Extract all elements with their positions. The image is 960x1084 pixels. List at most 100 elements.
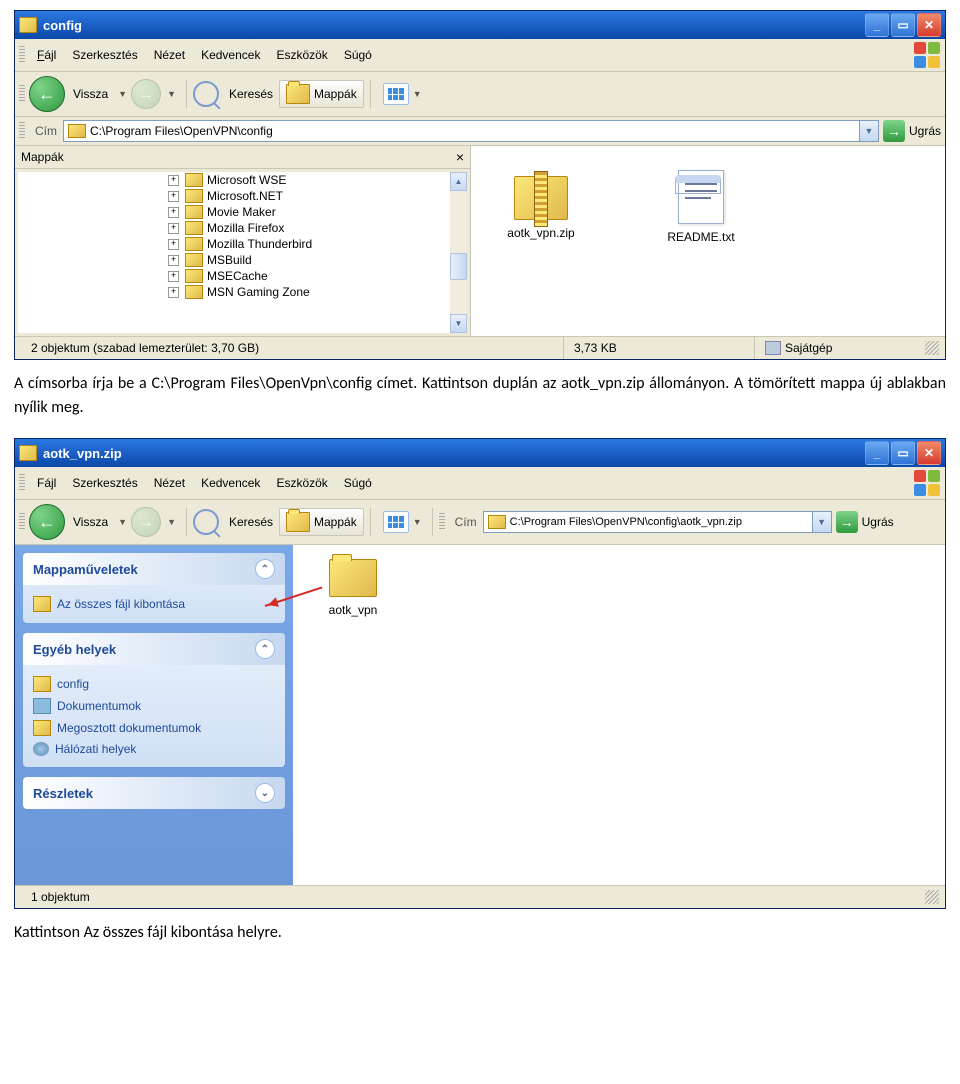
address-input[interactable]: C:\Program Files\OpenVPN\config [63, 120, 860, 142]
task-details: Részletek⌄ [23, 777, 285, 809]
menu-edit[interactable]: Szerkesztés [64, 46, 145, 64]
back-label[interactable]: Vissza [73, 87, 108, 101]
tasks-panel: Mappaműveletek⌃ Az összes fájl kibontása… [15, 545, 293, 885]
search-icon[interactable] [193, 509, 219, 535]
address-dropdown[interactable]: ▼ [860, 120, 879, 142]
place-documents[interactable]: Dokumentumok [33, 695, 275, 717]
view-mode-button[interactable] [383, 83, 409, 105]
file-readme[interactable]: README.txt [641, 156, 761, 244]
place-config[interactable]: config [33, 673, 275, 695]
menu-view[interactable]: Nézet [146, 46, 193, 64]
task-header[interactable]: Mappaműveletek⌃ [23, 553, 285, 585]
folder-item[interactable]: aotk_vpn [313, 559, 393, 617]
address-dropdown[interactable]: ▼ [813, 511, 832, 533]
back-label[interactable]: Vissza [73, 515, 108, 529]
forward-dropdown[interactable]: ▼ [167, 89, 176, 99]
gripper-icon[interactable] [19, 474, 25, 492]
view-dropdown[interactable]: ▼ [413, 89, 422, 99]
folders-panel-title: Mappák [21, 150, 64, 164]
gripper-icon[interactable] [19, 122, 25, 140]
back-dropdown[interactable]: ▼ [118, 89, 127, 99]
task-header[interactable]: Egyéb helyek⌃ [23, 633, 285, 665]
minimize-button[interactable]: _ [865, 13, 889, 37]
go-label[interactable]: Ugrás [862, 515, 894, 529]
folder-icon [286, 84, 310, 104]
go-button[interactable]: → [836, 511, 858, 533]
place-shared-docs[interactable]: Megosztott dokumentumok [33, 717, 275, 739]
menu-favorites[interactable]: Kedvencek [193, 474, 268, 492]
tree-item[interactable]: +Mozilla Firefox [18, 220, 467, 236]
resize-grip-icon[interactable] [925, 341, 939, 355]
forward-button[interactable]: → [131, 507, 161, 537]
search-icon[interactable] [193, 81, 219, 107]
tree-item[interactable]: +MSBuild [18, 252, 467, 268]
file-view[interactable]: aotk_vpn [293, 545, 945, 885]
back-button[interactable]: ← [29, 76, 65, 112]
extract-icon [33, 596, 51, 612]
extract-all-link[interactable]: Az összes fájl kibontása [33, 593, 275, 615]
folder-icon [329, 559, 377, 597]
windows-logo-icon [913, 469, 941, 497]
window-title: aotk_vpn.zip [43, 446, 865, 461]
place-network[interactable]: Hálózati helyek [33, 739, 275, 759]
gripper-icon[interactable] [19, 46, 25, 64]
close-button[interactable]: ✕ [917, 441, 941, 465]
tree-item[interactable]: +Microsoft WSE [18, 172, 467, 188]
close-panel-button[interactable]: × [456, 149, 464, 165]
tree-item[interactable]: +Mozilla Thunderbird [18, 236, 467, 252]
menu-bar: Fájl Szerkesztés Nézet Kedvencek Eszközö… [15, 467, 945, 500]
tree-item[interactable]: +Movie Maker [18, 204, 467, 220]
folder-icon [33, 720, 51, 736]
gripper-icon[interactable] [19, 513, 25, 531]
resize-grip-icon[interactable] [925, 890, 939, 904]
back-dropdown[interactable]: ▼ [118, 517, 127, 527]
titlebar[interactable]: aotk_vpn.zip _ ▭ ✕ [15, 439, 945, 467]
titlebar[interactable]: config _ ▭ ✕ [15, 11, 945, 39]
go-button[interactable]: → [883, 120, 905, 142]
maximize-button[interactable]: ▭ [891, 441, 915, 465]
folders-button[interactable]: Mappák [279, 80, 364, 108]
search-label[interactable]: Keresés [229, 87, 273, 101]
folder-tree[interactable]: +Microsoft WSE +Microsoft.NET +Movie Mak… [17, 171, 468, 334]
menu-favorites[interactable]: Kedvencek [193, 46, 268, 64]
gripper-icon[interactable] [19, 85, 25, 103]
forward-button[interactable]: → [131, 79, 161, 109]
chevron-up-icon: ⌃ [255, 639, 275, 659]
network-icon [33, 742, 49, 756]
go-label[interactable]: Ugrás [909, 124, 941, 138]
view-mode-button[interactable] [383, 511, 409, 533]
address-input[interactable]: C:\Program Files\OpenVPN\config\aotk_vpn… [483, 511, 813, 533]
tree-item[interactable]: +MSN Gaming Zone [18, 284, 467, 300]
menu-tools[interactable]: Eszközök [268, 46, 335, 64]
folders-button[interactable]: Mappák [279, 508, 364, 536]
menu-file[interactable]: Fájl [29, 474, 64, 492]
windows-logo-icon [913, 41, 941, 69]
menu-file[interactable]: Fájl [29, 46, 64, 64]
folders-panel: Mappák × +Microsoft WSE +Microsoft.NET +… [15, 146, 471, 336]
back-button[interactable]: ← [29, 504, 65, 540]
tree-item[interactable]: +MSECache [18, 268, 467, 284]
folders-label: Mappák [314, 515, 357, 529]
menu-view[interactable]: Nézet [146, 474, 193, 492]
file-view[interactable]: aotk_vpn.zip README.txt [471, 146, 945, 336]
status-location: Sajátgép [754, 337, 925, 359]
scrollbar[interactable]: ▲▼ [450, 172, 467, 333]
nav-toolbar: ← Vissza ▼ → ▼ Keresés Mappák ▼ Cím C:\P… [15, 500, 945, 545]
forward-dropdown[interactable]: ▼ [167, 517, 176, 527]
menu-help[interactable]: Súgó [336, 46, 380, 64]
minimize-button[interactable]: _ [865, 441, 889, 465]
gripper-icon[interactable] [439, 513, 445, 531]
status-bar: 2 objektum (szabad lemezterület: 3,70 GB… [15, 336, 945, 359]
file-zip[interactable]: aotk_vpn.zip [481, 156, 601, 240]
folders-label: Mappák [314, 87, 357, 101]
menu-edit[interactable]: Szerkesztés [64, 474, 145, 492]
close-button[interactable]: ✕ [917, 13, 941, 37]
maximize-button[interactable]: ▭ [891, 13, 915, 37]
menu-help[interactable]: Súgó [336, 474, 380, 492]
task-header[interactable]: Részletek⌄ [23, 777, 285, 809]
status-bar: 1 objektum [15, 885, 945, 908]
search-label[interactable]: Keresés [229, 515, 273, 529]
view-dropdown[interactable]: ▼ [413, 517, 422, 527]
tree-item[interactable]: +Microsoft.NET [18, 188, 467, 204]
menu-tools[interactable]: Eszközök [268, 474, 335, 492]
